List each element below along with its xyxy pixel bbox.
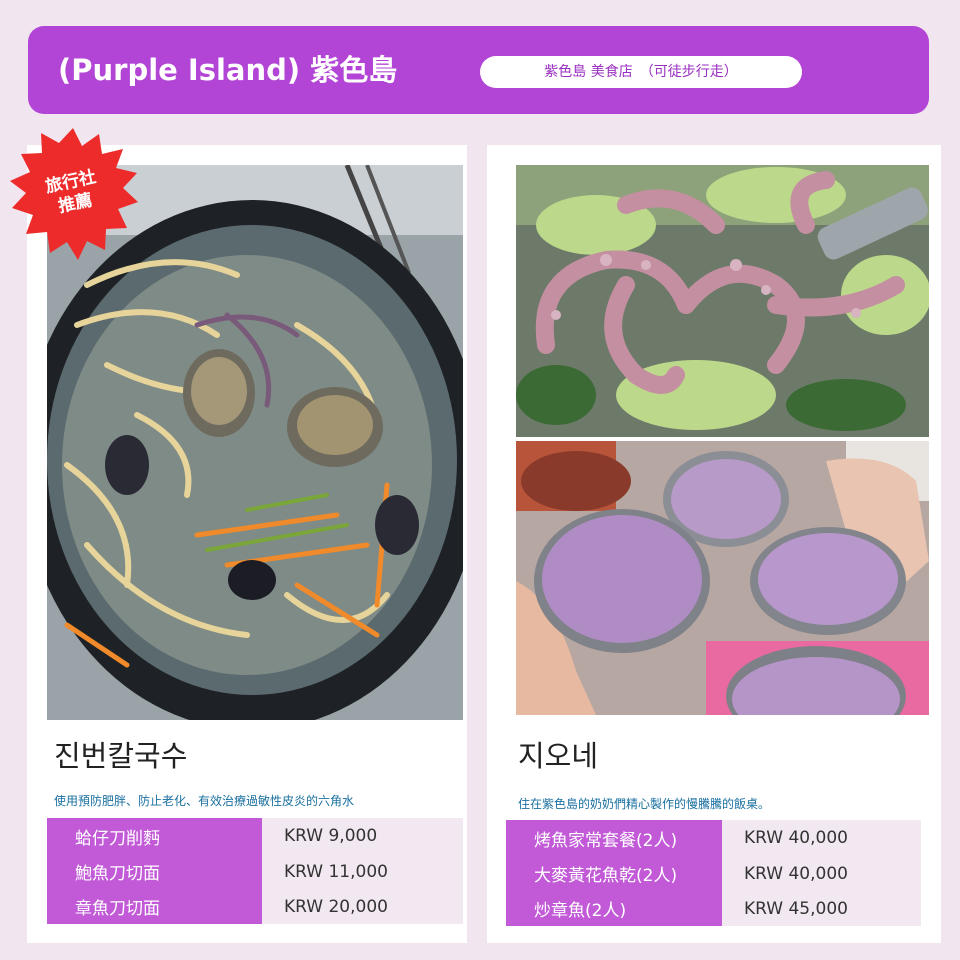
- header-subtitle-pill: 紫色島 美食店 （可徒步行走）: [480, 56, 802, 88]
- menu-item-name: 炒章魚(2人): [506, 891, 722, 926]
- page-title: (Purple Island) 紫色島: [58, 53, 398, 87]
- restaurant-card-left: 진번칼국수 使用預防肥胖、防止老化、有效治療過敏性皮炎的六角水 蛤仔刀削麪 KR…: [27, 145, 467, 943]
- header-banner: (Purple Island) 紫色島 紫色島 美食店 （可徒步行走）: [28, 26, 929, 114]
- menu-item-price: KRW 9,000: [262, 818, 463, 854]
- octopus-hotpot-photo: [516, 165, 929, 437]
- menu-item-price: KRW 40,000: [722, 856, 921, 891]
- menu-table: 蛤仔刀削麪 KRW 9,000 鮑魚刀切面 KRW 11,000 章魚刀切面 K…: [47, 818, 463, 924]
- dish-title: 진번칼국수: [54, 739, 188, 773]
- recommendation-badge: 旅行社 推薦: [6, 126, 140, 260]
- purple-rice-bowls-photo: [516, 441, 929, 715]
- dish-description: 使用預防肥胖、防止老化、有效治療過敏性皮炎的六角水: [54, 794, 355, 808]
- menu-item-price: KRW 20,000: [262, 889, 463, 924]
- restaurant-card-right: 지오네 住在紫色島的奶奶們精心製作的慢騰騰的飯桌。 烤魚家常套餐(2人) KRW…: [487, 145, 941, 943]
- menu-item-price: KRW 45,000: [722, 891, 921, 926]
- menu-item-name: 鮑魚刀切面: [47, 854, 262, 889]
- menu-item-name: 章魚刀切面: [47, 889, 262, 924]
- menu-item-price: KRW 40,000: [722, 820, 921, 856]
- dish-title: 지오네: [518, 739, 599, 773]
- menu-item-name: 蛤仔刀削麪: [47, 818, 262, 854]
- menu-table: 烤魚家常套餐(2人) KRW 40,000 大麥黃花魚乾(2人) KRW 40,…: [506, 820, 921, 926]
- dish-description: 住在紫色島的奶奶們精心製作的慢騰騰的飯桌。: [518, 797, 771, 811]
- menu-item-name: 烤魚家常套餐(2人): [506, 820, 722, 856]
- menu-item-price: KRW 11,000: [262, 854, 463, 889]
- menu-item-name: 大麥黃花魚乾(2人): [506, 856, 722, 891]
